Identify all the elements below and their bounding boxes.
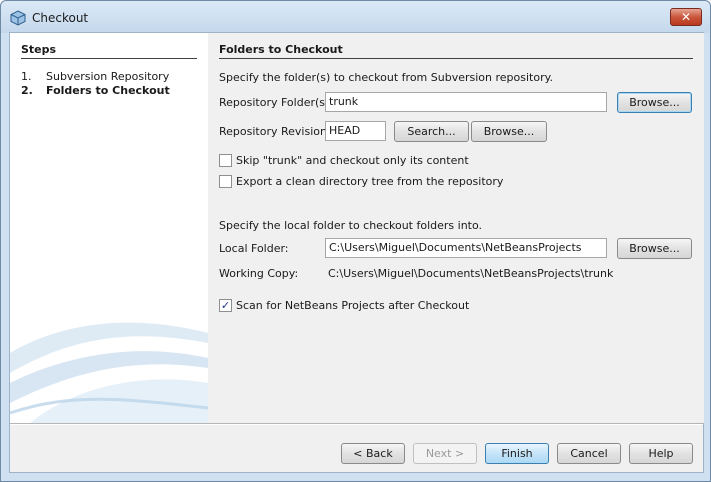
back-button[interactable]: < Back [341, 443, 405, 464]
browse-repository-folder-button[interactable]: Browse... [617, 92, 692, 113]
dialog-content: Steps 1. Subversion Repository 2. Folders … [9, 32, 704, 473]
search-revision-button[interactable]: Search... [394, 121, 469, 142]
footer-divider-highlight [10, 424, 703, 425]
steps-panel: Steps 1. Subversion Repository 2. Folders … [10, 33, 208, 423]
repository-folder-label: Repository Folder(s): [219, 96, 334, 109]
checkout-dialog: Checkout ✕ Steps 1. Subversion Repository… [0, 0, 711, 482]
step-item-subversion-repository: 1. Subversion Repository [21, 70, 169, 83]
title-bar[interactable]: Checkout ✕ [1, 1, 710, 33]
cancel-button[interactable]: Cancel [557, 443, 621, 464]
step-label: Subversion Repository [46, 70, 170, 83]
close-button[interactable]: ✕ [670, 8, 702, 26]
export-clean-tree-checkbox[interactable] [219, 175, 232, 188]
working-copy-label: Working Copy: [219, 267, 299, 280]
repository-instructions: Specify the folder(s) to checkout from S… [219, 71, 554, 84]
browse-local-folder-button[interactable]: Browse... [617, 238, 692, 259]
repository-folder-input[interactable]: trunk [325, 92, 607, 112]
step-number: 2. [21, 84, 33, 97]
step-number: 1. [21, 70, 32, 83]
skip-trunk-checkbox[interactable] [219, 154, 232, 167]
export-clean-tree-label[interactable]: Export a clean directory tree from the r… [236, 175, 503, 188]
scan-projects-checkbox[interactable]: ✓ [219, 299, 232, 312]
netbeans-cube-icon [10, 10, 26, 26]
title-divider [219, 58, 693, 59]
steps-divider [21, 58, 197, 59]
skip-trunk-label[interactable]: Skip "trunk" and checkout only its conte… [236, 154, 469, 167]
step-item-folders-to-checkout: 2. Folders to Checkout [21, 84, 170, 97]
local-folder-instructions: Specify the local folder to checkout fol… [219, 219, 483, 232]
checkout-form-panel: Folders to Checkout Specify the folder(s… [208, 33, 704, 423]
repository-revision-input[interactable]: HEAD [325, 121, 386, 141]
step-label: Folders to Checkout [46, 84, 170, 97]
help-button[interactable]: Help [629, 443, 693, 464]
window-title: Checkout [32, 11, 89, 25]
steps-heading: Steps [21, 43, 57, 56]
browse-revision-button[interactable]: Browse... [471, 121, 547, 142]
close-icon: ✕ [680, 10, 692, 24]
repository-revision-label: Repository Revision: [219, 125, 331, 138]
next-button[interactable]: Next > [413, 443, 477, 464]
page-title: Folders to Checkout [219, 43, 343, 56]
decorative-swoosh-graphic [10, 322, 208, 423]
checkmark-icon: ✓ [220, 299, 231, 312]
scan-projects-label[interactable]: Scan for NetBeans Projects after Checkou… [236, 299, 469, 312]
finish-button[interactable]: Finish [485, 443, 549, 464]
local-folder-input[interactable]: C:\Users\Miguel\Documents\NetBeansProjec… [325, 238, 607, 258]
local-folder-label: Local Folder: [219, 242, 289, 255]
working-copy-path: C:\Users\Miguel\Documents\NetBeansProjec… [328, 267, 614, 280]
